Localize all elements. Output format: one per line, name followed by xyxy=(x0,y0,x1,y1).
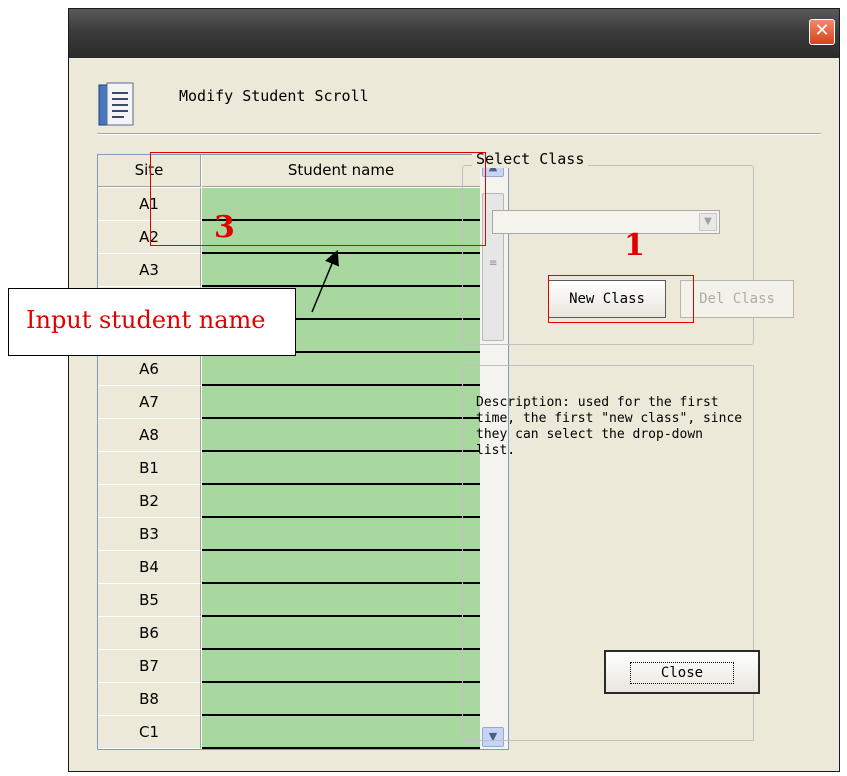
site-cell: A3 xyxy=(98,254,201,287)
student-name-cell[interactable] xyxy=(202,518,480,551)
student-name-cell[interactable] xyxy=(202,386,480,419)
class-dropdown[interactable]: ▼ xyxy=(492,210,720,234)
table-row: A7 xyxy=(98,386,480,419)
close-button-label: Close xyxy=(629,662,735,684)
student-name-cell[interactable] xyxy=(202,716,480,749)
student-name-cell[interactable] xyxy=(202,452,480,485)
table-row: C1 xyxy=(98,716,480,749)
student-name-cell[interactable] xyxy=(202,650,480,683)
table-row: B5 xyxy=(98,584,480,617)
site-cell: B7 xyxy=(98,650,201,683)
table-row: B8 xyxy=(98,683,480,716)
document-icon xyxy=(98,82,134,126)
table-row: A6 xyxy=(98,353,480,386)
header-divider xyxy=(97,133,821,135)
table-row: A3 xyxy=(98,254,480,287)
site-cell: B8 xyxy=(98,683,201,716)
close-window-button[interactable]: ✕ xyxy=(809,19,835,45)
site-cell: B1 xyxy=(98,452,201,485)
del-class-button[interactable]: Del Class xyxy=(680,280,794,318)
table-row: B1 xyxy=(98,452,480,485)
step-3-label: 3 xyxy=(214,210,235,245)
site-cell: A7 xyxy=(98,386,201,419)
site-cell: C1 xyxy=(98,716,201,749)
select-class-legend: Select Class xyxy=(472,150,589,168)
table-row: B6 xyxy=(98,617,480,650)
chevron-down-icon[interactable]: ▼ xyxy=(699,213,717,231)
student-name-cell[interactable] xyxy=(202,551,480,584)
table-row: A8 xyxy=(98,419,480,452)
site-cell: B4 xyxy=(98,551,201,584)
student-name-cell[interactable] xyxy=(202,584,480,617)
table-row: B2 xyxy=(98,485,480,518)
dialog-title: Modify Student Scroll xyxy=(179,87,369,105)
site-cell: A6 xyxy=(98,353,201,386)
grid-rows: A1A2A3A4A5A6A7A8B1B2B3B4B5B6B7B8C1 xyxy=(98,188,480,749)
site-cell: B5 xyxy=(98,584,201,617)
callout-text: Input student name xyxy=(26,306,266,334)
step-1-label: 1 xyxy=(624,228,645,263)
site-cell: B3 xyxy=(98,518,201,551)
student-name-cell[interactable] xyxy=(202,485,480,518)
site-cell: A8 xyxy=(98,419,201,452)
table-row: B3 xyxy=(98,518,480,551)
student-name-cell[interactable] xyxy=(202,683,480,716)
new-class-highlight xyxy=(548,275,694,323)
student-name-cell[interactable] xyxy=(202,254,480,287)
student-name-cell[interactable] xyxy=(202,419,480,452)
site-cell: B2 xyxy=(98,485,201,518)
student-name-cell[interactable] xyxy=(202,353,480,386)
table-row: B4 xyxy=(98,551,480,584)
close-button[interactable]: Close xyxy=(604,650,760,694)
title-bar[interactable]: ✕ xyxy=(69,9,839,58)
table-row: B7 xyxy=(98,650,480,683)
site-cell: B6 xyxy=(98,617,201,650)
name-input-highlight xyxy=(150,152,486,246)
student-name-cell[interactable] xyxy=(202,617,480,650)
description-text: Description: used for the first time, th… xyxy=(476,395,743,458)
